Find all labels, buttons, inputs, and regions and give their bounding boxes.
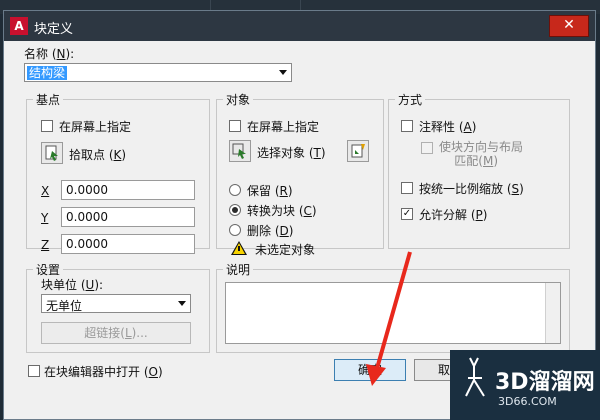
watermark-line1: 3D溜溜网 <box>495 370 595 395</box>
deer-logo-icon <box>465 357 485 397</box>
watermark-line2: 3D66.COM <box>498 395 557 408</box>
watermark: 3D溜溜网 3D66.COM <box>450 350 600 420</box>
